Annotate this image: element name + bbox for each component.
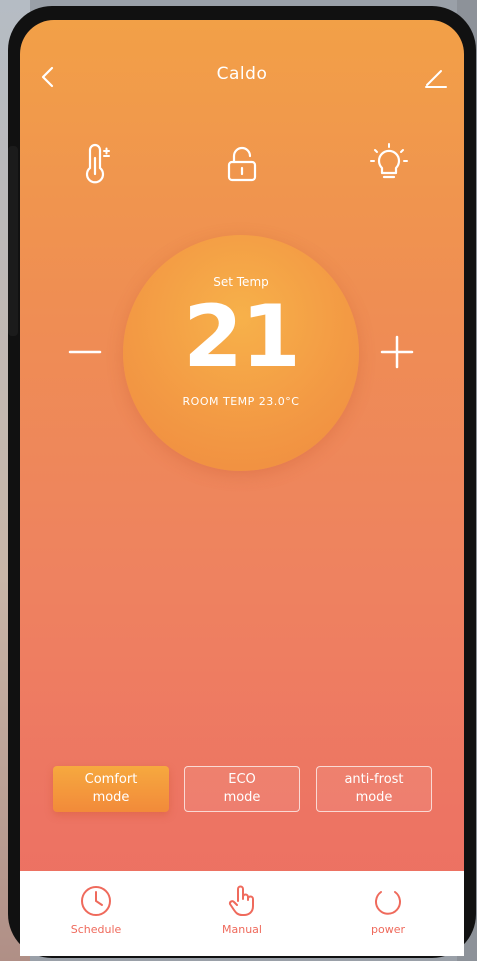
mode-selector: Comfort mode ECO mode anti-frost mode	[20, 766, 464, 816]
thermometer-button[interactable]	[72, 140, 120, 188]
increase-temp-button[interactable]	[376, 331, 418, 373]
light-bulb-icon	[370, 143, 408, 179]
header: Caldo	[20, 20, 464, 120]
mode-label-line2: mode	[355, 790, 393, 805]
mode-label-line2: mode	[223, 790, 261, 805]
eco-mode-button[interactable]: ECO mode	[184, 766, 300, 812]
bottom-tab-bar: Schedule Manual power	[20, 871, 464, 956]
edit-button[interactable]	[420, 62, 450, 92]
anti-frost-mode-button[interactable]: anti-frost mode	[316, 766, 432, 812]
mode-label-line1: ECO	[228, 772, 256, 787]
room-temp-text: ROOM TEMP 23.0°C	[182, 395, 300, 408]
tab-label: Schedule	[70, 923, 122, 936]
thermometer-icon	[85, 143, 110, 184]
tab-power[interactable]: power	[338, 883, 438, 936]
tab-schedule[interactable]: Schedule	[46, 883, 146, 936]
temperature-dial: Set Temp 21 ROOM TEMP 23.0°C	[20, 235, 464, 475]
clock-icon	[81, 886, 111, 916]
light-bulb-button[interactable]	[365, 140, 413, 188]
app-screen: Caldo Set Temp 21 ROOM TEMP 23.0°C Comfo…	[20, 20, 464, 956]
set-temp-circle: Set Temp 21 ROOM TEMP 23.0°C	[123, 235, 359, 471]
mode-label-line2: mode	[92, 790, 130, 805]
set-temp-value: 21	[183, 287, 301, 387]
mode-label-line1: Comfort	[84, 772, 138, 787]
hand-pointer-icon	[228, 885, 254, 916]
tab-label: Manual	[222, 923, 262, 936]
feature-icon-row	[20, 140, 464, 190]
decrease-temp-button[interactable]	[64, 331, 106, 373]
comfort-mode-button[interactable]: Comfort mode	[53, 766, 169, 812]
lock-button[interactable]	[218, 140, 266, 188]
side-button	[8, 146, 18, 336]
page-title: Caldo	[216, 64, 268, 84]
pencil-icon	[425, 70, 447, 88]
plus-icon	[380, 335, 414, 369]
mode-label-line1: anti-frost	[344, 772, 404, 787]
lock-icon	[227, 146, 257, 182]
tab-manual[interactable]: Manual	[192, 883, 292, 936]
minus-icon	[68, 350, 102, 354]
tab-label: power	[371, 923, 405, 936]
power-icon	[375, 891, 401, 915]
